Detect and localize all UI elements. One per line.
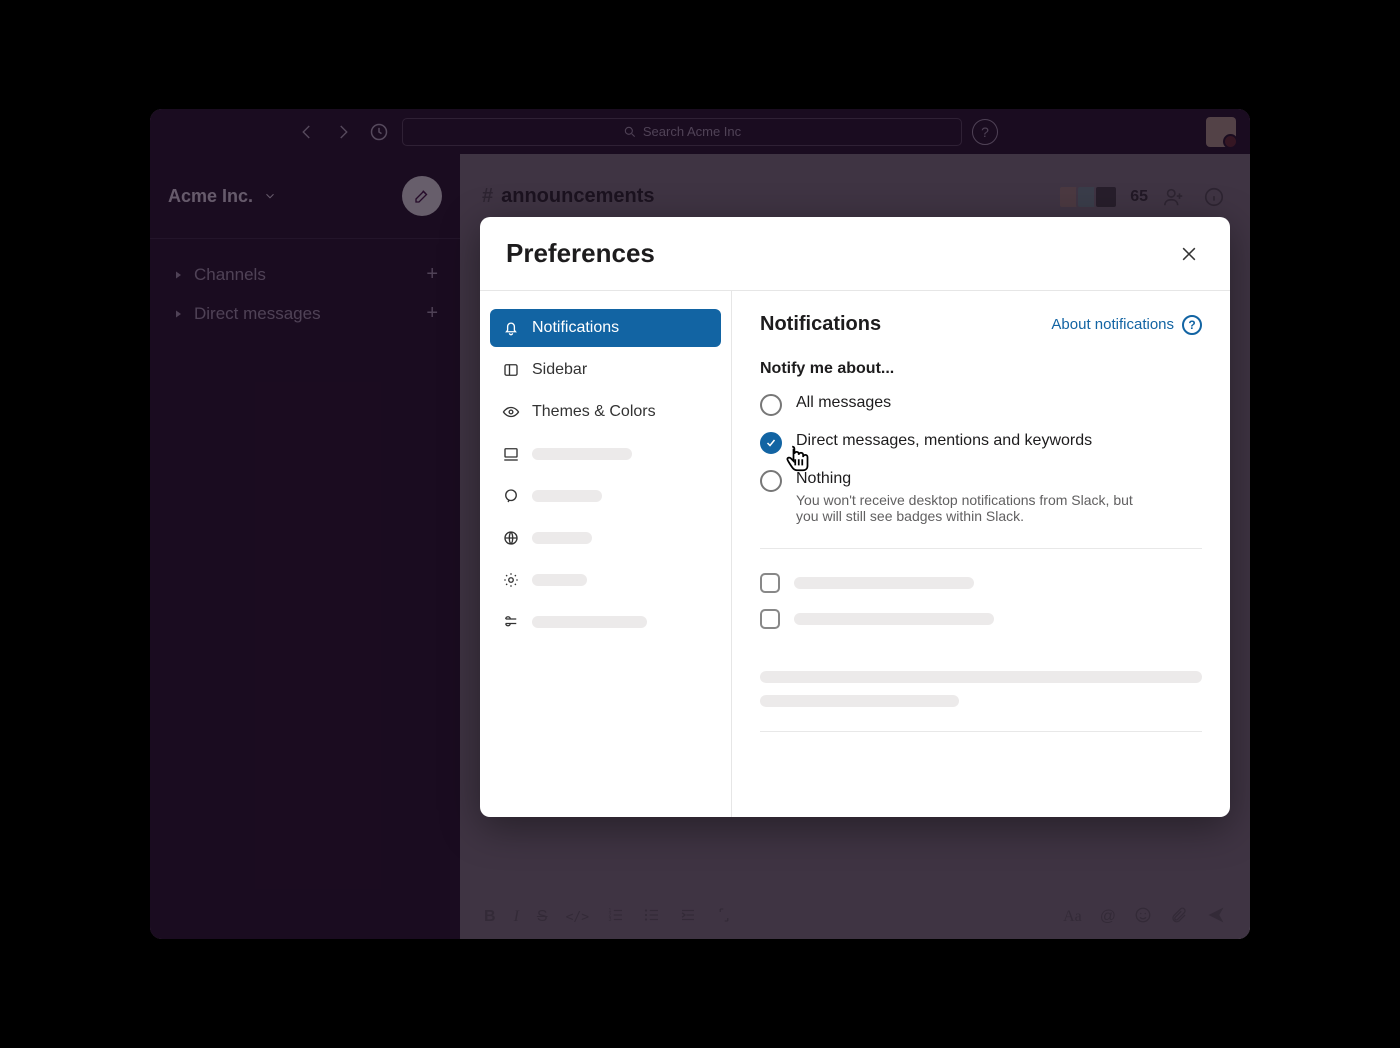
divider (760, 548, 1202, 549)
preferences-modal: Preferences Notifications Sidebar Themes… (480, 217, 1230, 817)
about-notifications-link[interactable]: About notifications ? (1051, 315, 1202, 335)
app-window: Search Acme Inc ? Acme Inc. Channels + (150, 109, 1250, 939)
checkbox-placeholder-row[interactable] (760, 573, 1202, 593)
radio-unchecked-icon (760, 394, 782, 416)
notify-option-nothing[interactable]: Nothing You won't receive desktop notifi… (760, 470, 1202, 524)
preferences-nav: Notifications Sidebar Themes & Colors (480, 291, 732, 817)
notify-option-dm-mentions[interactable]: Direct messages, mentions and keywords (760, 432, 1202, 454)
placeholder-line (760, 671, 1202, 683)
checkbox-icon (760, 609, 780, 629)
bell-icon (502, 319, 520, 337)
divider (760, 731, 1202, 732)
close-icon (1179, 244, 1199, 264)
eye-icon (502, 403, 520, 421)
nothing-note: You won't receive desktop notifications … (796, 492, 1156, 524)
nav-placeholder-item[interactable] (490, 519, 721, 557)
content-heading: Notifications (760, 313, 881, 336)
nav-sidebar[interactable]: Sidebar (490, 351, 721, 389)
chat-icon (502, 487, 520, 505)
modal-header: Preferences (480, 217, 1230, 291)
modal-close-button[interactable] (1174, 239, 1204, 269)
nav-placeholder-item[interactable] (490, 435, 721, 473)
nav-placeholder-item[interactable] (490, 561, 721, 599)
sidebar-icon (502, 361, 520, 379)
radio-unchecked-icon (760, 470, 782, 492)
notify-option-all[interactable]: All messages (760, 394, 1202, 416)
checkbox-placeholder-row[interactable] (760, 609, 1202, 629)
radio-checked-icon (760, 432, 782, 454)
gear-icon (502, 571, 520, 589)
checkbox-icon (760, 573, 780, 593)
nav-placeholder-item[interactable] (490, 477, 721, 515)
nav-themes[interactable]: Themes & Colors (490, 393, 721, 431)
placeholder-line (760, 695, 959, 707)
stack-icon (502, 613, 520, 631)
help-icon: ? (1182, 315, 1202, 335)
notify-me-label: Notify me about... (760, 360, 1202, 378)
globe-icon (502, 529, 520, 547)
desktop-icon (502, 445, 520, 463)
nav-notifications[interactable]: Notifications (490, 309, 721, 347)
modal-title: Preferences (506, 238, 655, 269)
preferences-content: Notifications About notifications ? Noti… (732, 291, 1230, 817)
nav-placeholder-item[interactable] (490, 603, 721, 641)
